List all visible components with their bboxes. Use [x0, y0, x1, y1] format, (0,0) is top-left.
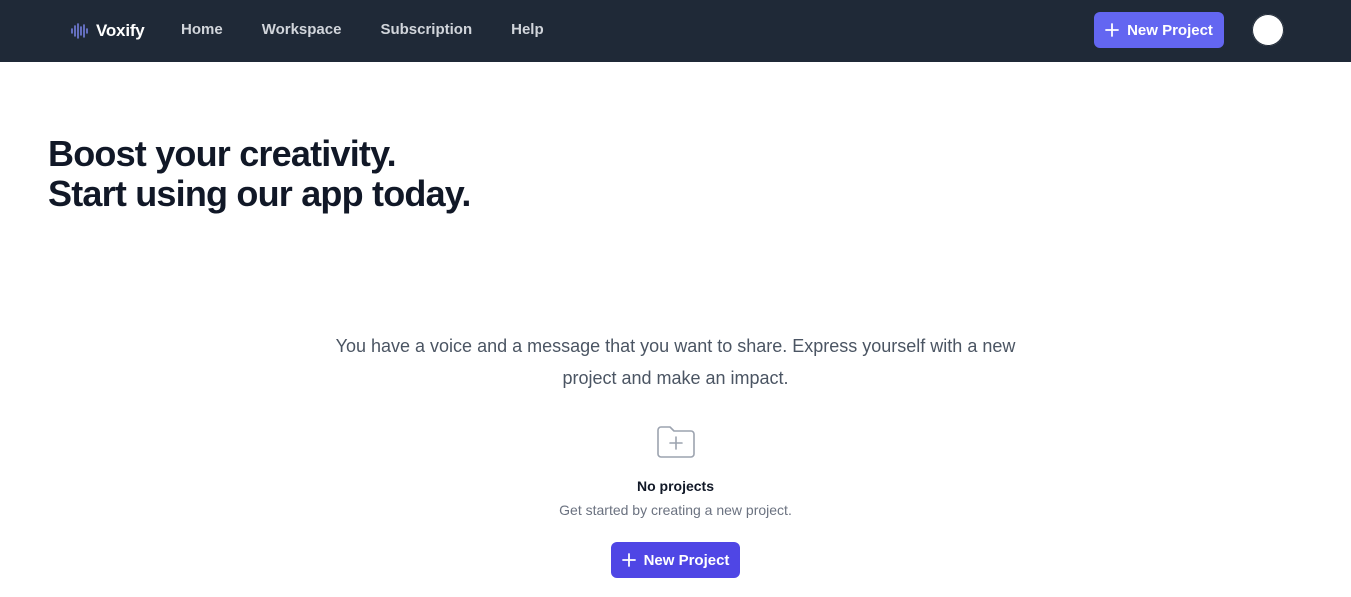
nav-new-project-label: New Project: [1127, 21, 1213, 39]
top-navbar: Voxify Home Workspace Subscription Help …: [0, 0, 1351, 62]
new-project-button[interactable]: New Project: [611, 542, 740, 578]
hero-line-2: Start using our app today.: [48, 173, 471, 214]
nav-link-home[interactable]: Home: [181, 20, 223, 40]
user-avatar[interactable]: [1252, 14, 1284, 46]
new-project-label: New Project: [643, 551, 730, 569]
tagline: You have a voice and a message that you …: [335, 336, 1016, 388]
empty-state-title: No projects: [636, 478, 714, 494]
plus-icon: [621, 553, 636, 567]
hero-line-1: Boost your creativity.: [48, 133, 397, 174]
folder-plus-icon: [656, 426, 695, 458]
hero-heading: Boost your creativity. Start using our a…: [48, 134, 471, 214]
brand-logo[interactable]: Voxify: [70, 18, 145, 44]
empty-state-subtitle: Get started by creating a new project.: [559, 502, 792, 518]
nav-link-workspace[interactable]: Workspace: [262, 20, 342, 40]
empty-state: No projects Get started by creating a ne…: [475, 424, 876, 520]
sound-wave-icon: [71, 23, 88, 39]
nav-link-subscription[interactable]: Subscription: [380, 20, 472, 40]
brand-name: Voxify: [96, 21, 145, 40]
nav-link-help[interactable]: Help: [511, 20, 544, 40]
nav-new-project-button[interactable]: New Project: [1094, 12, 1224, 48]
primary-nav: Home Workspace Subscription Help: [181, 20, 583, 40]
plus-icon: [1105, 23, 1119, 37]
